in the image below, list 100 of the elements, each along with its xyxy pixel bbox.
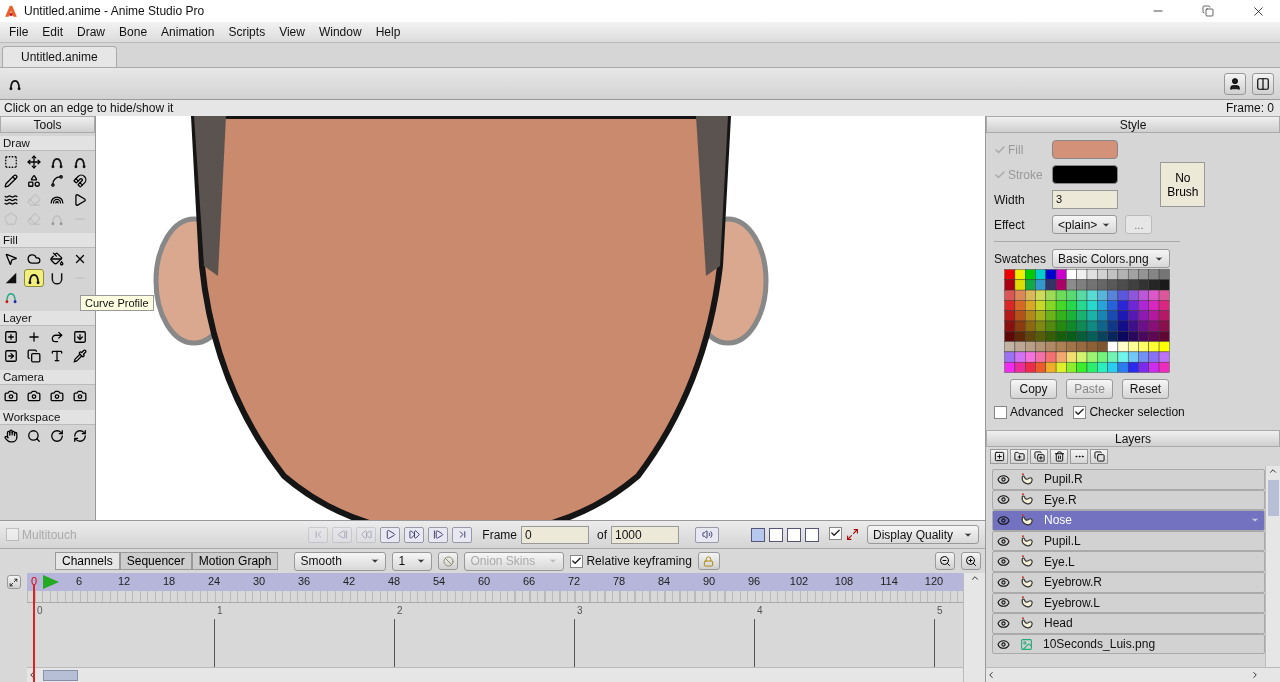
- lock-button[interactable]: [697, 552, 720, 570]
- scrollbar[interactable]: [986, 667, 1280, 682]
- expand-button[interactable]: [6, 575, 21, 589]
- scroll-up-icon[interactable]: [969, 573, 980, 583]
- person-button[interactable]: [1224, 72, 1246, 95]
- sound-button[interactable]: [695, 526, 719, 543]
- total-frames-field[interactable]: 1000: [611, 525, 679, 544]
- checkmark-icon[interactable]: [994, 168, 1006, 181]
- view-layout-icon[interactable]: [805, 527, 819, 542]
- effect-dropdown[interactable]: <plain>: [1052, 215, 1118, 234]
- checkbox[interactable]: [829, 526, 842, 540]
- layer-row[interactable]: Eyebrow.R: [992, 571, 1265, 593]
- layer-tool-button[interactable]: [1050, 449, 1068, 464]
- eye-icon[interactable]: [997, 575, 1010, 589]
- playback-button[interactable]: [380, 526, 401, 543]
- eye-icon[interactable]: [997, 596, 1010, 610]
- layer-name: Pupil.L: [1044, 534, 1081, 549]
- scrollbar[interactable]: [27, 667, 963, 682]
- interpolation-dropdown[interactable]: Smooth: [294, 551, 387, 571]
- color-well[interactable]: [1052, 165, 1118, 184]
- eye-icon[interactable]: [997, 472, 1010, 486]
- layer-tool-button[interactable]: [1010, 449, 1028, 464]
- frame-ruler[interactable]: 0 6 12 18 24 30 36 42 48 54 60 66 72 78 84 90 96 102 108 114 120: [27, 573, 963, 591]
- swatches-dropdown[interactable]: Basic Colors.png: [1052, 249, 1170, 268]
- checkmark-icon[interactable]: [994, 143, 1006, 156]
- scroll-thumb[interactable]: [43, 669, 78, 681]
- layer-row[interactable]: Pupil.R: [992, 469, 1265, 490]
- ramp-icon: [4, 271, 18, 285]
- scrollbar[interactable]: [1265, 466, 1280, 667]
- playback-button[interactable]: [404, 526, 425, 543]
- push-button[interactable]: Copy: [1010, 379, 1057, 399]
- layer-tool-button[interactable]: [990, 449, 1008, 464]
- eye-icon[interactable]: [997, 555, 1010, 569]
- view-layout-icon[interactable]: [769, 527, 783, 542]
- zoom-in-button[interactable]: [961, 552, 981, 570]
- second-mark: 2: [397, 605, 403, 616]
- menu-item[interactable]: Draw: [70, 25, 113, 39]
- scrollbar[interactable]: [963, 573, 985, 682]
- layer-tool-button[interactable]: [1090, 449, 1108, 464]
- cycle-button[interactable]: [438, 552, 459, 570]
- slash-circle-icon: [442, 555, 454, 567]
- restore-icon: [1202, 5, 1214, 17]
- display-quality-dropdown[interactable]: Display Quality: [867, 525, 979, 544]
- layer-row[interactable]: Pupil.L: [992, 530, 1265, 552]
- frame-tick: 108: [834, 575, 854, 587]
- playback-button[interactable]: [452, 526, 473, 543]
- step-dropdown[interactable]: 1: [392, 551, 433, 571]
- frame-tick: 24: [207, 575, 221, 587]
- menu-item[interactable]: Bone: [112, 25, 155, 39]
- frame-tick: 102: [789, 575, 809, 587]
- document-tab[interactable]: Untitled.anime: [2, 46, 117, 67]
- zoom-out-button[interactable]: [935, 552, 955, 570]
- tool-button[interactable]: [24, 269, 44, 287]
- eye-icon[interactable]: [997, 493, 1010, 507]
- menu-item[interactable]: Animation: [154, 25, 222, 39]
- layer-row[interactable]: Eye.R: [992, 489, 1265, 511]
- frame-field[interactable]: 0: [521, 525, 589, 544]
- frame-tick: 90: [702, 575, 716, 587]
- layer-row[interactable]: Eyebrow.L: [992, 592, 1265, 614]
- frame-tick: 114: [880, 575, 898, 587]
- brush-button[interactable]: No Brush: [1160, 162, 1206, 207]
- view-layout-icon[interactable]: [751, 527, 765, 542]
- eye-icon[interactable]: [997, 616, 1010, 630]
- timeline-tab[interactable]: Motion Graph: [191, 552, 279, 570]
- spline-icon: [50, 174, 64, 188]
- more-button[interactable]: ...: [1125, 215, 1153, 234]
- step-back-icon: [336, 529, 348, 540]
- layer-row[interactable]: Head: [992, 613, 1265, 634]
- menu-item[interactable]: Scripts: [221, 25, 273, 39]
- menu-item[interactable]: Window: [311, 25, 369, 39]
- checkbox[interactable]: [1073, 405, 1087, 419]
- scroll-up-icon[interactable]: [1268, 466, 1278, 476]
- second-mark: 1: [217, 605, 223, 616]
- push-button[interactable]: Reset: [1122, 379, 1169, 399]
- plus-square-icon: [4, 330, 18, 344]
- columns-button[interactable]: [1252, 72, 1274, 95]
- layer-row[interactable]: Eye.L: [992, 551, 1265, 572]
- menu-item[interactable]: Help: [368, 25, 408, 39]
- color-palette-drawing[interactable]: [1004, 269, 1170, 373]
- menu-item[interactable]: View: [272, 25, 312, 39]
- checkbox[interactable]: [570, 554, 584, 568]
- scroll-right-icon[interactable]: [1250, 670, 1260, 680]
- refresh-icon: [73, 429, 87, 443]
- menu-item[interactable]: Edit: [35, 25, 71, 39]
- scroll-left-icon[interactable]: [986, 670, 996, 680]
- scroll-thumb[interactable]: [1267, 480, 1279, 516]
- eye-icon[interactable]: [997, 637, 1010, 651]
- menu-item[interactable]: File: [2, 25, 36, 39]
- width-field[interactable]: 3: [1052, 190, 1118, 209]
- eye-icon[interactable]: [997, 534, 1010, 548]
- playback-button[interactable]: [428, 526, 449, 543]
- checkbox[interactable]: [994, 405, 1007, 419]
- timeline-tab[interactable]: Sequencer: [119, 552, 192, 570]
- view-layout-icon[interactable]: [787, 527, 801, 542]
- arch-icon: [73, 155, 87, 169]
- layer-name: Eyebrow.R: [1044, 575, 1103, 590]
- layer-row[interactable]: 10Seconds_Luis.png: [992, 633, 1265, 655]
- layer-tool-button[interactable]: [1030, 449, 1048, 464]
- timeline-tab[interactable]: Channels: [55, 552, 120, 570]
- color-well[interactable]: [1052, 140, 1118, 159]
